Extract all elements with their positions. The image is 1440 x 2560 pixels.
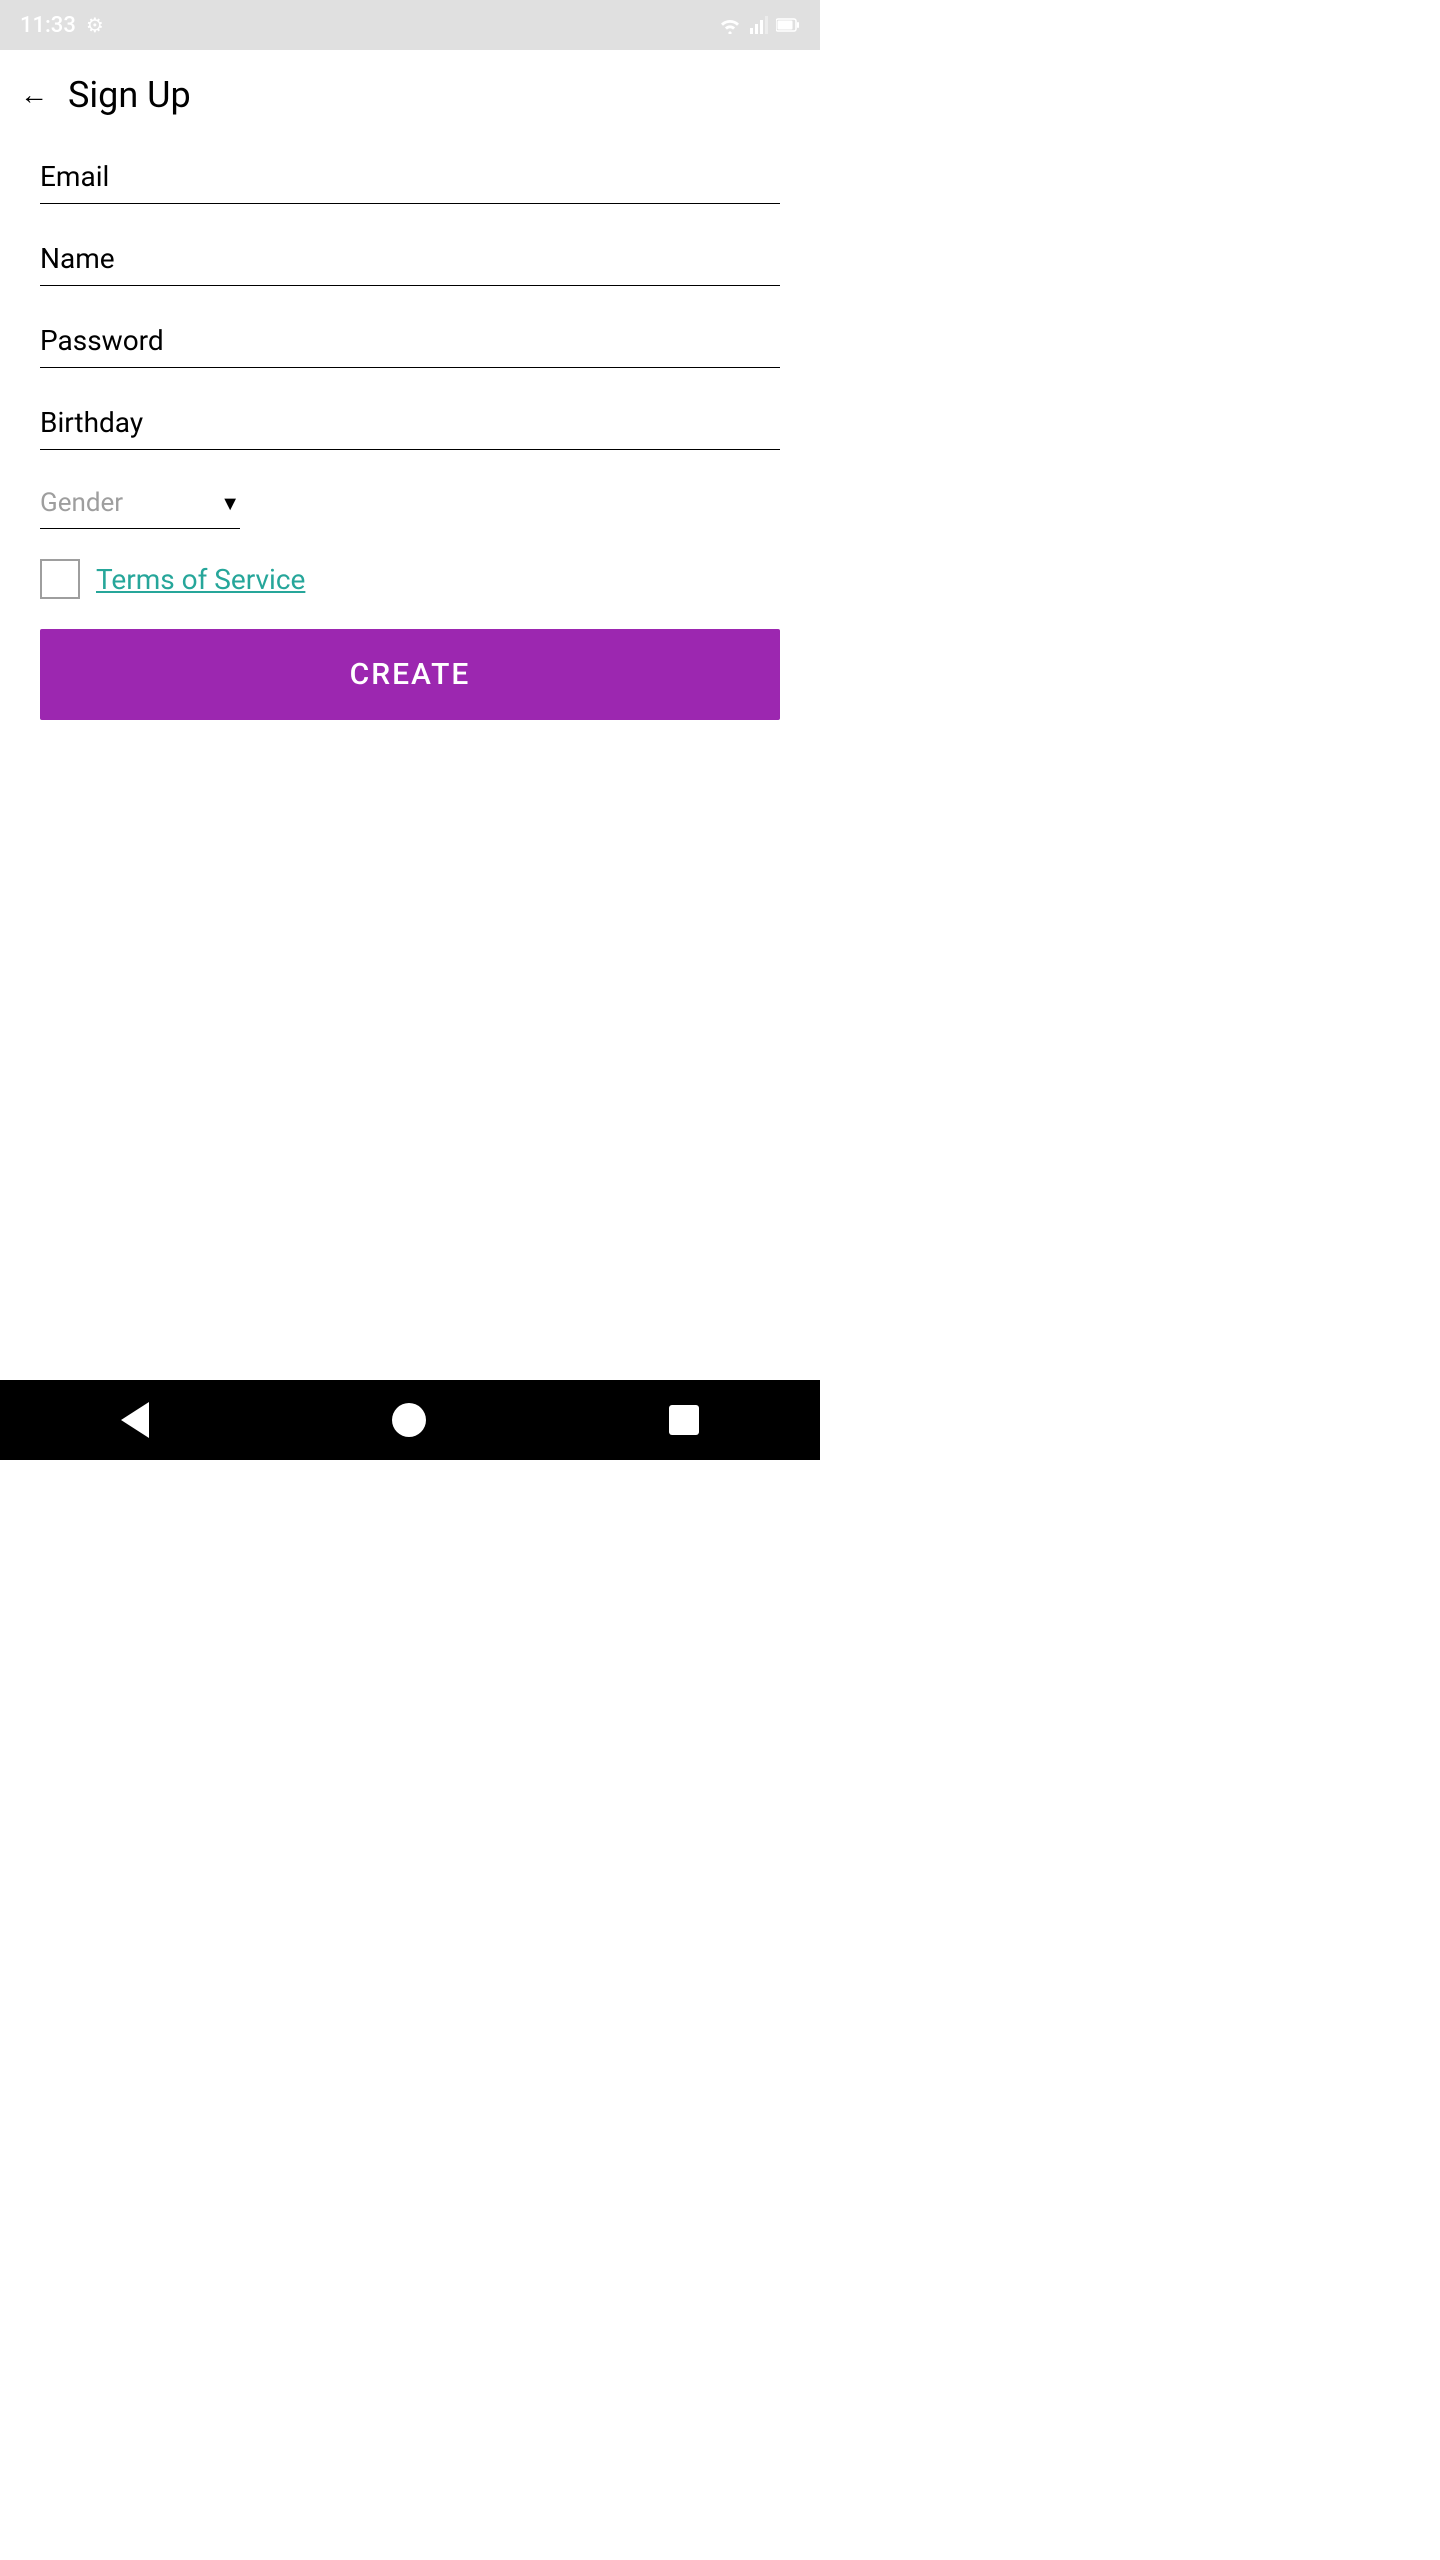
page-title: Sign Up <box>68 74 191 116</box>
birthday-field-wrapper <box>40 398 780 450</box>
create-button[interactable]: CREATE <box>40 629 780 720</box>
gender-placeholder: Gender <box>40 488 220 518</box>
back-button[interactable]: ← <box>20 81 48 109</box>
battery-icon <box>776 18 800 32</box>
signal-icon <box>750 16 768 34</box>
status-bar-right <box>718 16 800 34</box>
chevron-down-icon: ▼ <box>220 491 240 516</box>
recents-nav-icon[interactable] <box>669 1405 699 1435</box>
terms-row: Terms of Service <box>40 559 780 599</box>
status-bar-left: 11:33 ⚙ <box>20 13 104 38</box>
wifi-icon <box>718 16 742 34</box>
navigation-bar <box>0 1380 820 1460</box>
birthday-input[interactable] <box>40 398 780 450</box>
back-nav-icon[interactable] <box>121 1402 149 1438</box>
name-input[interactable] <box>40 234 780 286</box>
gear-icon: ⚙ <box>86 13 104 37</box>
gender-dropdown[interactable]: Gender ▼ <box>40 480 240 529</box>
header: ← Sign Up <box>0 50 820 132</box>
status-time: 11:33 <box>20 13 76 38</box>
terms-of-service-link[interactable]: Terms of Service <box>96 563 305 596</box>
email-field-wrapper <box>40 152 780 204</box>
form-container: Gender ▼ Terms of Service CREATE <box>0 132 820 1380</box>
password-field-wrapper <box>40 316 780 368</box>
name-field-wrapper <box>40 234 780 286</box>
password-input[interactable] <box>40 316 780 368</box>
email-input[interactable] <box>40 152 780 204</box>
home-nav-icon[interactable] <box>392 1403 426 1437</box>
status-bar: 11:33 ⚙ <box>0 0 820 50</box>
terms-checkbox[interactable] <box>40 559 80 599</box>
